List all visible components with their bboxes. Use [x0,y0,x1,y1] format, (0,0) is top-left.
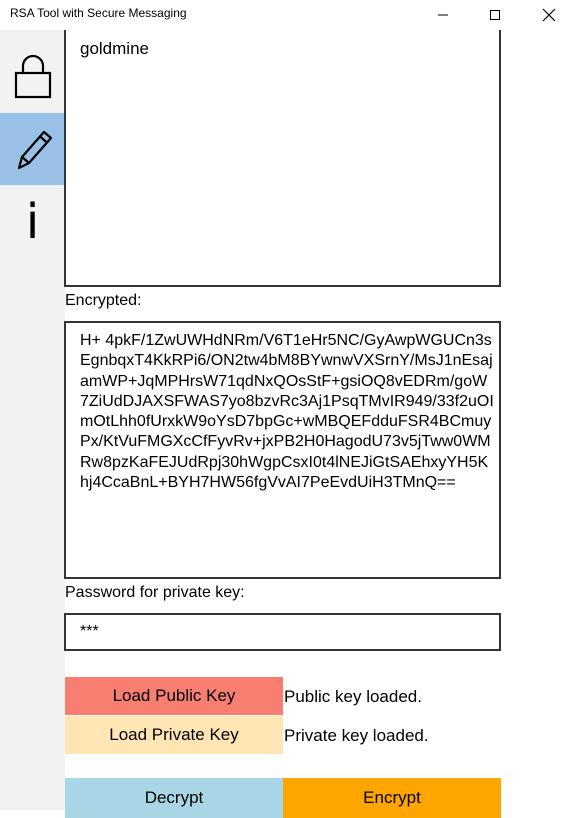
message-textarea[interactable]: goldmine [64,30,501,287]
message-text: goldmine [80,39,149,58]
encrypted-label: Encrypted: [65,292,142,309]
maximize-button[interactable] [472,0,518,30]
window-title: RSA Tool with Secure Messaging [10,6,187,20]
minimize-icon [438,14,448,16]
password-value: *** [80,623,99,640]
encrypted-textarea[interactable]: H+ 4pkF/1ZwUWHdNRm/V6T1eHr5NC/GyAwpWGUCn… [64,321,501,579]
title-bar: RSA Tool with Secure Messaging [0,0,568,30]
password-field[interactable]: *** [64,613,501,651]
encrypt-button[interactable]: Encrypt [283,778,501,818]
info-icon: i [25,194,40,250]
nav-item-edit[interactable] [0,113,65,185]
decrypt-button[interactable]: Decrypt [65,778,283,818]
pencil-icon [17,130,52,170]
close-button[interactable] [526,0,568,30]
load-private-key-button[interactable]: Load Private Key [65,716,283,754]
minimize-button[interactable] [420,0,466,30]
password-label: Password for private key: [65,584,245,601]
maximize-icon [490,10,500,20]
lock-icon [14,54,51,99]
nav-item-lock[interactable] [0,40,65,112]
load-public-key-button[interactable]: Load Public Key [65,677,283,715]
private-key-status: Private key loaded. [284,726,429,745]
close-icon [542,8,556,22]
sidebar: i [0,30,65,810]
nav-item-info[interactable]: i [0,186,65,258]
public-key-status: Public key loaded. [284,687,422,706]
encrypted-text: H+ 4pkF/1ZwUWHdNRm/V6T1eHr5NC/GyAwpWGUCn… [80,332,494,492]
